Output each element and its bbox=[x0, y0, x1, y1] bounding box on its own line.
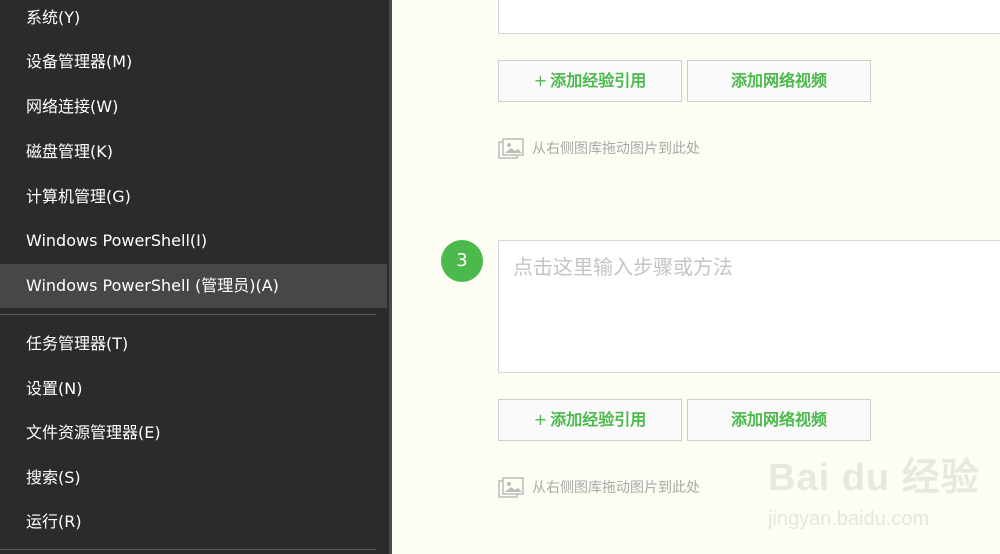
add-reference-label: 添加经验引用 bbox=[550, 71, 647, 90]
step-input-previous[interactable] bbox=[498, 0, 1000, 34]
image-drop-hint-text: 从右侧图库拖动图片到此处 bbox=[532, 480, 700, 496]
menu-item-device-manager[interactable]: 设备管理器(M) bbox=[0, 40, 387, 84]
menu-item-disk-management[interactable]: 磁盘管理(K) bbox=[0, 130, 387, 174]
menu-item-search[interactable]: 搜索(S) bbox=[0, 456, 387, 500]
add-reference-button[interactable]: + 添加经验引用 bbox=[498, 399, 682, 441]
menu-item-system[interactable]: 系统(Y) bbox=[0, 0, 387, 40]
step-input-placeholder: 点击这里输入步骤或方法 bbox=[513, 255, 733, 279]
menu-item-computer-management[interactable]: 计算机管理(G) bbox=[0, 175, 387, 219]
step-number-badge: 3 bbox=[441, 240, 483, 282]
context-menu: 系统(Y) 设备管理器(M) 网络连接(W) 磁盘管理(K) 计算机管理(G) … bbox=[0, 0, 389, 554]
baidu-watermark-url: jingyan.baidu.com bbox=[768, 508, 930, 530]
baidu-watermark-logo: Bai du 经验 bbox=[768, 457, 980, 499]
image-drop-hint: 从右侧图库拖动图片到此处 bbox=[498, 476, 700, 500]
image-drop-hint: 从右侧图库拖动图片到此处 bbox=[498, 137, 700, 161]
menu-item-run[interactable]: 运行(R) bbox=[0, 500, 387, 544]
menu-item-file-explorer[interactable]: 文件资源管理器(E) bbox=[0, 411, 387, 455]
menu-item-powershell-admin[interactable]: Windows PowerShell (管理员)(A) bbox=[0, 264, 387, 308]
menu-item-settings[interactable]: 设置(N) bbox=[0, 367, 387, 411]
image-drop-hint-text: 从右侧图库拖动图片到此处 bbox=[532, 141, 700, 157]
image-icon bbox=[498, 477, 524, 498]
add-video-label: 添加网络视频 bbox=[730, 71, 827, 90]
image-icon bbox=[498, 138, 524, 159]
add-video-label: 添加网络视频 bbox=[730, 410, 827, 429]
menu-item-task-manager[interactable]: 任务管理器(T) bbox=[0, 322, 387, 366]
add-reference-label: 添加经验引用 bbox=[550, 410, 647, 429]
add-reference-button[interactable]: + 添加经验引用 bbox=[498, 60, 682, 102]
add-video-button[interactable]: 添加网络视频 bbox=[687, 60, 871, 102]
menu-item-powershell[interactable]: Windows PowerShell(I) bbox=[0, 219, 387, 263]
menu-item-network-connections[interactable]: 网络连接(W) bbox=[0, 85, 387, 129]
menu-edge bbox=[389, 0, 392, 554]
menu-separator bbox=[0, 314, 376, 315]
step-input[interactable]: 点击这里输入步骤或方法 bbox=[498, 240, 1000, 373]
menu-separator bbox=[0, 549, 376, 550]
plus-icon: + bbox=[533, 71, 548, 90]
add-video-button[interactable]: 添加网络视频 bbox=[687, 399, 871, 441]
plus-icon: + bbox=[533, 410, 548, 429]
